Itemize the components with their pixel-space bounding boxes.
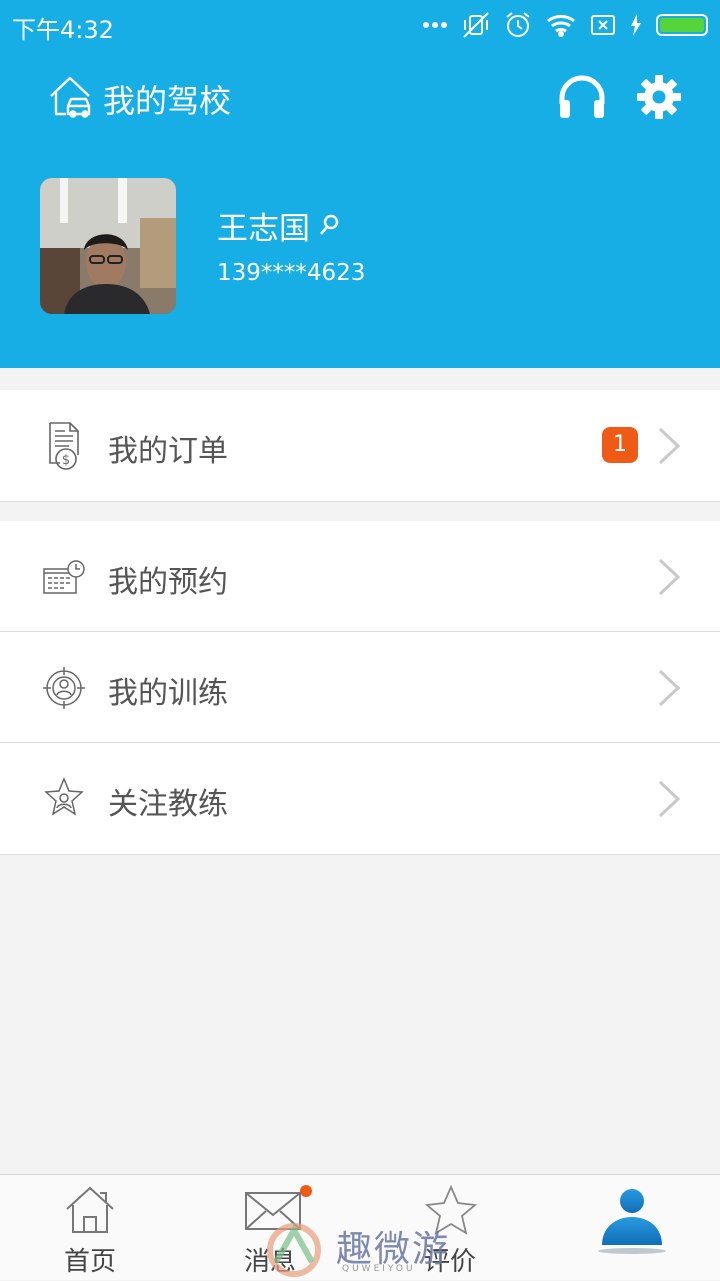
target-person-icon <box>43 667 85 709</box>
svg-text:$: $ <box>62 453 70 468</box>
chevron-right-icon <box>658 558 681 596</box>
menu-item-label: 我的订单 <box>108 434 228 469</box>
driving-school-home-icon <box>50 76 91 118</box>
title-bar: 我的驾校 <box>0 64 720 130</box>
home-icon <box>66 1186 114 1233</box>
charging-icon <box>631 14 641 36</box>
menu-card: 我的预约 我的训练 关注教练 <box>0 521 720 855</box>
menu-item-label: 我的预约 <box>108 565 228 600</box>
user-name: 王志国 <box>217 211 310 247</box>
chevron-right-icon <box>658 669 681 707</box>
message-notification-dot <box>300 1185 312 1197</box>
gear-icon[interactable] <box>636 74 682 120</box>
battery-icon <box>656 14 708 36</box>
menu-item-label: 关注教练 <box>108 787 228 822</box>
invoice-dollar-icon: $ <box>49 422 79 470</box>
user-phone: 139****4623 <box>217 260 366 286</box>
wifi-icon <box>547 15 575 37</box>
avatar[interactable] <box>40 178 176 314</box>
user-icon <box>598 1189 666 1254</box>
order-count-badge: 1 <box>602 427 638 463</box>
menu-item-appointments[interactable]: 我的预约 <box>0 521 720 632</box>
watermark: 趣微游 QUWEIYOU <box>266 1220 486 1280</box>
menu-item-training[interactable]: 我的训练 <box>0 632 720 743</box>
search-icon[interactable] <box>318 213 340 237</box>
avatar-photo <box>40 178 176 314</box>
profile-header: 下午4:32 我的驾校 王志国 139****4623 <box>0 0 720 368</box>
star-person-icon <box>44 777 84 816</box>
headset-icon[interactable] <box>556 74 608 120</box>
menu-item-follow-coach[interactable]: 关注教练 <box>0 743 720 854</box>
page-title: 我的驾校 <box>103 82 232 120</box>
tab-profile[interactable] <box>540 1175 720 1281</box>
watermark-subtext: QUWEIYOU <box>342 1264 416 1274</box>
sim-off-icon <box>591 15 615 35</box>
menu-item-label: 我的训练 <box>108 676 228 711</box>
watermark-logo <box>267 1223 321 1277</box>
more-dots-icon <box>423 22 447 28</box>
calendar-clock-icon <box>43 560 85 594</box>
chevron-right-icon <box>658 780 681 818</box>
tab-label: 首页 <box>63 1247 116 1277</box>
status-time: 下午4:32 <box>12 16 114 44</box>
tab-home[interactable]: 首页 <box>0 1175 180 1281</box>
status-icons <box>422 8 708 42</box>
chevron-right-icon <box>658 427 681 465</box>
status-bar: 下午4:32 <box>0 0 720 50</box>
vibrate-off-icon <box>463 12 489 38</box>
alarm-icon <box>506 12 530 37</box>
